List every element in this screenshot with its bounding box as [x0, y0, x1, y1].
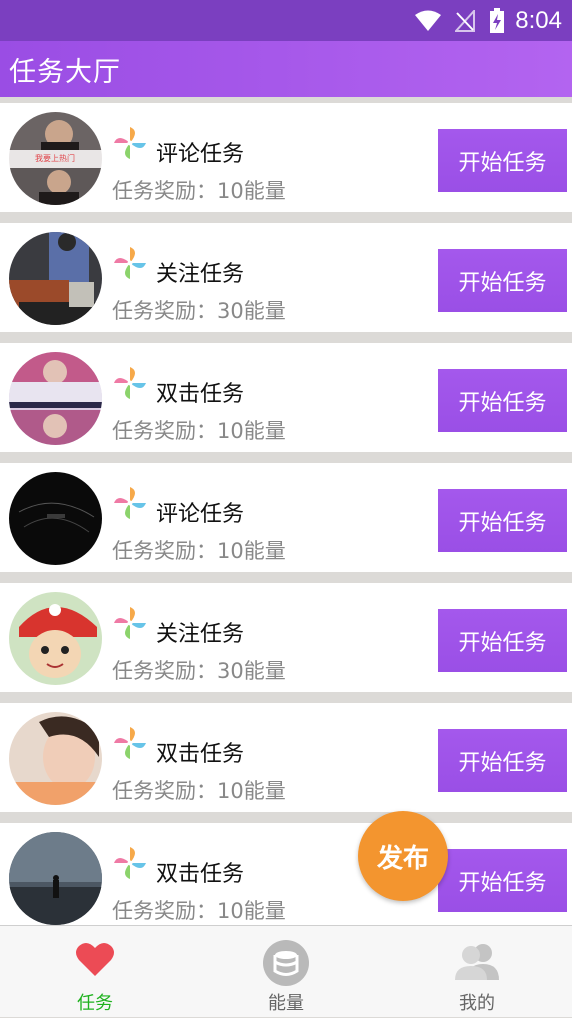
task-reward: 任务奖励：10能量: [112, 899, 286, 923]
pinwheel-icon: [112, 485, 148, 521]
heart-icon: [75, 940, 115, 982]
task-title: 双击任务: [156, 862, 245, 887]
battery-charging-icon: [489, 7, 505, 34]
status-bar: 8:04: [0, 0, 572, 41]
start-task-button[interactable]: 开始任务: [438, 849, 567, 912]
start-task-button[interactable]: 开始任务: [438, 369, 567, 432]
app-bar: 任务大厅: [0, 41, 572, 97]
start-task-button[interactable]: 开始任务: [438, 609, 567, 672]
task-title: 双击任务: [156, 742, 245, 767]
task-reward: 任务奖励：10能量: [112, 179, 286, 203]
publish-fab-button[interactable]: 发布: [358, 811, 448, 901]
pinwheel-icon: [112, 845, 148, 881]
no-signal-icon: [455, 9, 476, 32]
avatar: [9, 592, 102, 685]
task-reward: 任务奖励：30能量: [112, 659, 286, 683]
nav-item-energy[interactable]: 能量: [191, 926, 381, 1018]
avatar: [9, 832, 102, 925]
task-item[interactable]: 双击任务 任务奖励：10能量 开始任务: [0, 823, 572, 932]
status-time: 8:04: [515, 6, 562, 34]
svg-text:我要上热门: 我要上热门: [35, 153, 75, 163]
pinwheel-icon: [112, 125, 148, 161]
start-task-button[interactable]: 开始任务: [438, 249, 567, 312]
wifi-icon: [415, 10, 442, 32]
task-item[interactable]: 关注任务 任务奖励：30能量 开始任务: [0, 223, 572, 332]
task-title: 评论任务: [156, 502, 245, 527]
start-task-button[interactable]: 开始任务: [438, 129, 567, 192]
start-task-button[interactable]: 开始任务: [438, 729, 567, 792]
task-item[interactable]: 评论任务 任务奖励：10能量 开始任务: [0, 463, 572, 572]
task-title: 关注任务: [156, 262, 245, 287]
avatar: [9, 472, 102, 565]
task-reward: 任务奖励：10能量: [112, 419, 286, 443]
user-icon: [455, 940, 499, 984]
page-title: 任务大厅: [9, 56, 121, 88]
task-reward: 任务奖励：30能量: [112, 299, 286, 323]
bottom-nav: 任务 能量 我的: [0, 925, 572, 1017]
database-icon: [263, 940, 309, 990]
avatar: [9, 352, 102, 445]
task-title: 评论任务: [156, 142, 245, 167]
avatar: [9, 232, 102, 325]
pinwheel-icon: [112, 605, 148, 641]
pinwheel-icon: [112, 725, 148, 761]
avatar: [9, 712, 102, 805]
nav-item-tasks[interactable]: 任务: [0, 926, 190, 1018]
nav-label: 能量: [268, 993, 304, 1014]
pinwheel-icon: [112, 245, 148, 281]
task-item[interactable]: 关注任务 任务奖励：30能量 开始任务: [0, 583, 572, 692]
start-task-button[interactable]: 开始任务: [438, 489, 567, 552]
nav-label: 任务: [77, 993, 113, 1014]
task-item[interactable]: 双击任务 任务奖励：10能量 开始任务: [0, 703, 572, 812]
task-title: 关注任务: [156, 622, 245, 647]
task-title: 双击任务: [156, 382, 245, 407]
task-item[interactable]: 我要上热门 评论任务 任务奖励：10能量 开始任务: [0, 103, 572, 212]
task-reward: 任务奖励：10能量: [112, 539, 286, 563]
nav-item-me[interactable]: 我的: [382, 926, 572, 1018]
pinwheel-icon: [112, 365, 148, 401]
avatar: 我要上热门: [9, 112, 102, 205]
task-item[interactable]: 双击任务 任务奖励：10能量 开始任务: [0, 343, 572, 452]
nav-label: 我的: [459, 993, 495, 1014]
task-reward: 任务奖励：10能量: [112, 779, 286, 803]
